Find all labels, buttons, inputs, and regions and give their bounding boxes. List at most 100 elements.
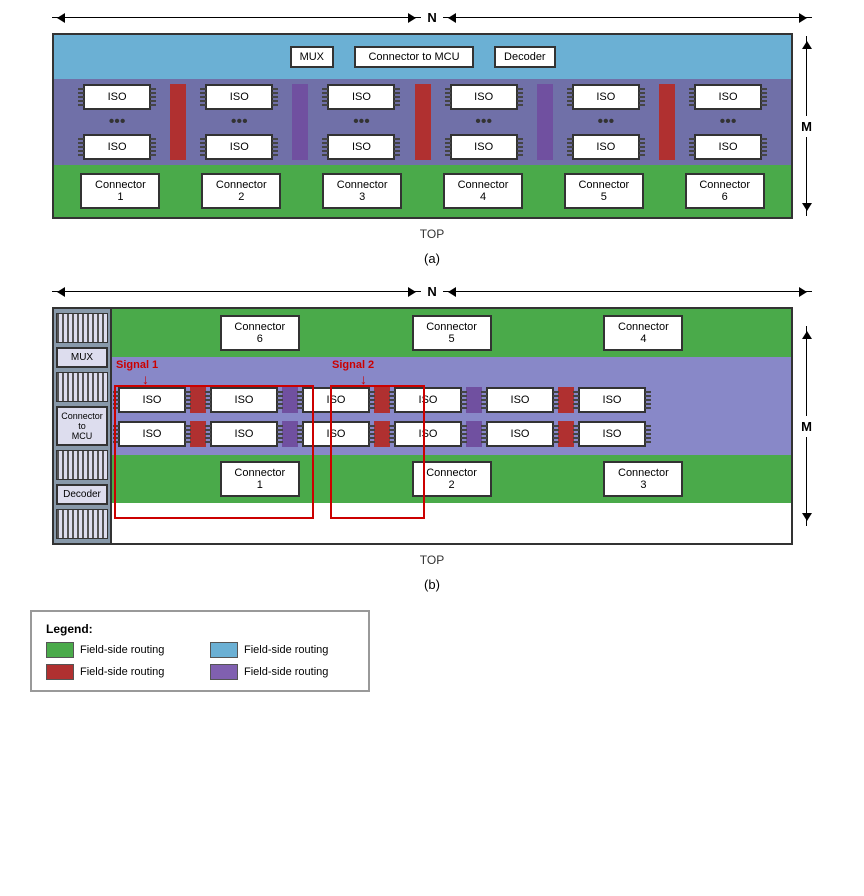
iso-block-1a: ISO	[83, 84, 151, 110]
legend-swatch-3	[210, 664, 238, 680]
legend-grid: Field-side routing Field-side routing Fi…	[46, 642, 354, 680]
iso-section-a: ISO ••• ISO ISO ••• ISO ISO ••• ISO	[54, 79, 791, 165]
panel-b-wrapper: MUX ConnectortoMCU Decoder Connector 6 C…	[52, 307, 812, 545]
iso-col-b1: ISO	[114, 387, 190, 413]
iso-col-1: ISO ••• ISO	[64, 84, 170, 160]
purple-strip-2	[537, 84, 553, 160]
connector-box-3: Connector 3	[322, 173, 402, 209]
iso-col-b6: ISO	[574, 387, 650, 413]
bottom-bar-a: Connector 1 Connector 2 Connector 3 Conn…	[54, 165, 791, 217]
panel-a: MUX Connector to MCU Decoder ISO ••• ISO…	[52, 33, 793, 219]
n-arrow-line-b	[52, 291, 421, 292]
decoder-hatch-b	[56, 450, 108, 480]
legend-item-0: Field-side routing	[46, 642, 190, 658]
dots-5: •••	[597, 112, 614, 132]
dots-3: •••	[353, 112, 370, 132]
connector-box-2: Connector 2	[201, 173, 281, 209]
legend-item-1: Field-side routing	[210, 642, 354, 658]
b-connector-4: Connector 4	[603, 315, 683, 351]
iso-col-b3: ISO	[298, 387, 374, 413]
iso-block-1b: ISO	[83, 134, 151, 160]
iso-block-2a: ISO	[205, 84, 273, 110]
decoder-chip-b: Decoder	[56, 484, 108, 505]
red-strip-1	[170, 84, 186, 160]
legend-label-0: Field-side routing	[80, 644, 164, 656]
top-label-b: TOP	[52, 553, 812, 567]
legend-swatch-2	[46, 664, 74, 680]
legend-label-3: Field-side routing	[244, 666, 328, 678]
iso-col-b4: ISO	[390, 387, 466, 413]
iso-col-2: ISO ••• ISO	[186, 84, 292, 160]
signal1-arrow: ↓	[142, 371, 149, 387]
b-connector-3: Connector 3	[603, 461, 683, 497]
mux-chip-a: MUX	[290, 46, 334, 68]
decoder-chip-a: Decoder	[494, 46, 556, 68]
mux-chip-b: MUX	[56, 347, 108, 368]
b-connector-6: Connector 6	[220, 315, 300, 351]
panel-b-main: Connector 6 Connector 5 Connector 4 Sig	[112, 307, 793, 545]
iso-col-4: ISO ••• ISO	[431, 84, 537, 160]
legend-swatch-1	[210, 642, 238, 658]
iso-col-5: ISO ••• ISO	[553, 84, 659, 160]
iso-grid-b-container: Signal 1 ↓ Signal 2 ↓ ISO	[112, 357, 791, 455]
iso-col-b5: ISO	[482, 387, 558, 413]
n-arrow-b: N	[52, 284, 812, 299]
iso-block-3a: ISO	[327, 84, 395, 110]
iso-row-b-bottom: ISO ISO ISO ISO ISO	[112, 417, 791, 455]
top-bar-a: MUX Connector to MCU Decoder	[54, 35, 791, 79]
connector-box-4: Connector 4	[443, 173, 523, 209]
iso-block-6b: ISO	[694, 134, 762, 160]
purple-strip-1	[292, 84, 308, 160]
iso-col-b2: ISO	[206, 387, 282, 413]
legend: Legend: Field-side routing Field-side ro…	[30, 610, 370, 692]
dots-1: •••	[109, 112, 126, 132]
m-label-a: M	[801, 116, 812, 137]
connector-box-1: Connector 1	[80, 173, 160, 209]
connector-to-mcu-a: Connector to MCU	[354, 46, 474, 68]
connector-hatch-b	[56, 372, 108, 402]
n-arrow-line-b2	[443, 291, 812, 292]
n-arrow-line-a	[52, 17, 421, 18]
iso-block-4a: ISO	[450, 84, 518, 110]
legend-title: Legend:	[46, 622, 354, 636]
iso-block-6a: ISO	[694, 84, 762, 110]
red-strip-2	[415, 84, 431, 160]
iso-block-4b: ISO	[450, 134, 518, 160]
legend-label-2: Field-side routing	[80, 666, 164, 678]
iso-col-3: ISO ••• ISO	[308, 84, 414, 160]
top-connectors-b: Connector 6 Connector 5 Connector 4	[112, 309, 791, 357]
signal2-arrow: ↓	[360, 371, 367, 387]
iso-block-3b: ISO	[327, 134, 395, 160]
top-label-a: TOP	[52, 227, 812, 241]
iso-block-5a: ISO	[572, 84, 640, 110]
iso-block-2b: ISO	[205, 134, 273, 160]
m-arrow-a: M	[801, 33, 812, 219]
legend-label-1: Field-side routing	[244, 644, 328, 656]
main-container: N MUX Connector to MCU Decoder ISO ••• I…	[10, 10, 854, 692]
iso-row-b-top: ISO ISO ISO ISO ISO	[112, 357, 791, 417]
bottom-connectors-b: Connector 1 Connector 2 Connector 3	[112, 455, 791, 503]
n-label-b: N	[421, 284, 442, 299]
dots-4: •••	[475, 112, 492, 132]
signal2-label: Signal 2	[332, 359, 374, 371]
legend-item-3: Field-side routing	[210, 664, 354, 680]
n-arrow-line-a2	[443, 17, 812, 18]
b-connector-5: Connector 5	[412, 315, 492, 351]
caption-b: (b)	[52, 577, 812, 592]
mux-hatch-b	[56, 313, 108, 343]
red-strip-3	[659, 84, 675, 160]
n-label-a: N	[421, 10, 442, 25]
dots-2: •••	[231, 112, 248, 132]
caption-a: (a)	[52, 251, 812, 266]
legend-swatch-0	[46, 642, 74, 658]
connector-box-5: Connector 5	[564, 173, 644, 209]
signal1-label: Signal 1	[116, 359, 158, 371]
iso-block-5b: ISO	[572, 134, 640, 160]
dots-6: •••	[720, 112, 737, 132]
bottom-hatch-b	[56, 509, 108, 539]
connector-box-6: Connector 6	[685, 173, 765, 209]
b-connector-2: Connector 2	[412, 461, 492, 497]
m-label-b: M	[801, 416, 812, 437]
b-connector-1: Connector 1	[220, 461, 300, 497]
m-arrow-b: M	[801, 307, 812, 545]
